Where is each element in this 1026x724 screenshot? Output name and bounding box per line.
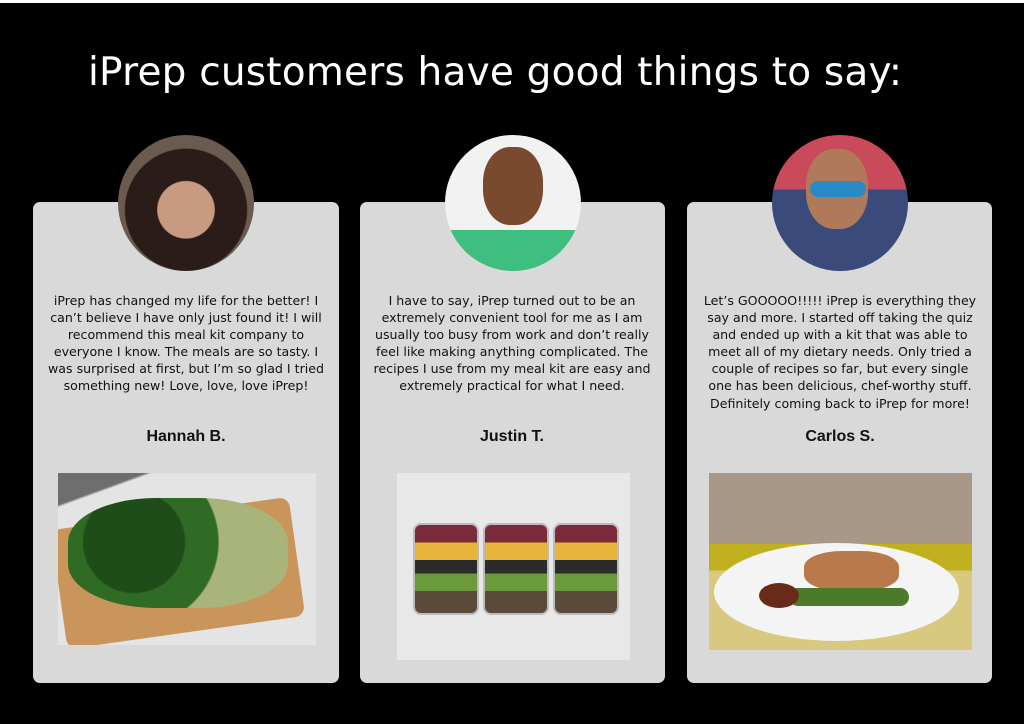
grilled-chicken-plate-photo <box>709 473 972 650</box>
avocado-toast-photo <box>58 473 316 645</box>
page-title: iPrep customers have good things to say: <box>88 50 903 95</box>
meal-prep-containers-photo <box>397 473 630 660</box>
testimonial-author: Hannah B. <box>146 428 226 445</box>
testimonial-quote: iPrep has changed my life for the better… <box>47 293 324 394</box>
testimonial-quote: I have to say, iPrep turned out to be an… <box>373 293 651 394</box>
testimonial-author: Justin T. <box>479 428 544 445</box>
top-border <box>0 0 1026 3</box>
testimonial-author: Carlos S. <box>805 428 875 445</box>
avatar-justin <box>445 135 581 271</box>
avatar-hannah <box>118 135 254 271</box>
testimonial-quote: Let’s GOOOOO!!!!! iPrep is everything th… <box>703 293 977 411</box>
avatar-carlos <box>772 135 908 271</box>
